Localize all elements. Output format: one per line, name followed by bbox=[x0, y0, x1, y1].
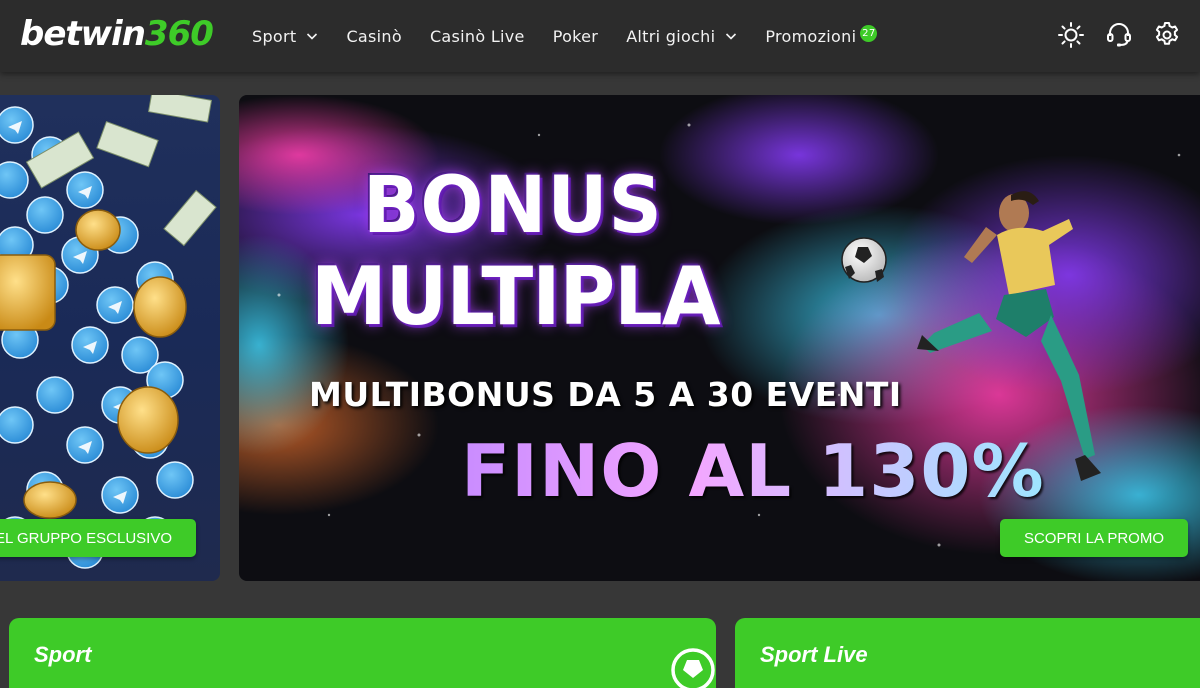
card-title: Sport bbox=[34, 642, 92, 667]
chevron-down-icon bbox=[726, 33, 737, 40]
football-icon bbox=[671, 648, 715, 688]
card-sport-live[interactable]: Sport Live bbox=[735, 618, 1200, 688]
scopri-promo-button[interactable]: SCOPRI LA PROMO bbox=[1000, 519, 1188, 557]
top-bar: betwin360 Sport Casinò Casinò Live Poker… bbox=[0, 0, 1200, 72]
banner-title-bonus: BONUS bbox=[363, 161, 663, 251]
banner-highlight: FINO AL 130% bbox=[461, 429, 1045, 513]
nav-item-poker[interactable]: Poker bbox=[553, 27, 598, 46]
gear-icon[interactable] bbox=[1152, 20, 1182, 50]
banner-title-multipla: MULTIPLA bbox=[311, 250, 721, 343]
join-group-button-label: EL GRUPPO ESCLUSIVO bbox=[0, 529, 172, 547]
nav-item-sport[interactable]: Sport bbox=[252, 27, 318, 46]
promo-count-badge: 27 bbox=[860, 24, 878, 42]
chevron-down-icon bbox=[307, 33, 318, 40]
header-actions bbox=[1038, 20, 1182, 50]
logo-text-betwin: betwin bbox=[20, 14, 146, 54]
card-sport[interactable]: Sport bbox=[9, 618, 716, 688]
nav-item-label: Casinò bbox=[346, 26, 402, 46]
card-title: Sport Live bbox=[760, 642, 868, 667]
logo-text-360: 360 bbox=[144, 14, 214, 54]
nav-item-label: Sport bbox=[252, 26, 297, 46]
telegram-coins-illustration bbox=[0, 95, 217, 569]
banner-telegram-group[interactable] bbox=[0, 95, 220, 581]
logo[interactable]: betwin360 bbox=[20, 14, 214, 54]
banner-bonus-multipla[interactable]: BONUS MULTIPLA MULTIBONUS DA 5 A 30 EVEN… bbox=[239, 95, 1200, 581]
nav-item-casino-live[interactable]: Casinò Live bbox=[430, 27, 525, 46]
join-group-button[interactable]: EL GRUPPO ESCLUSIVO bbox=[0, 519, 196, 557]
nav-item-label: Poker bbox=[552, 26, 599, 46]
sun-icon[interactable] bbox=[1056, 20, 1086, 50]
nav-item-casino[interactable]: Casinò bbox=[346, 27, 402, 46]
nav-item-promozioni[interactable]: Promozioni 27 bbox=[765, 24, 878, 46]
scopri-promo-button-label: SCOPRI LA PROMO bbox=[1023, 529, 1165, 547]
nav-item-label: Promozioni bbox=[765, 26, 857, 46]
main-nav: Sport Casinò Casinò Live Poker Altri gio… bbox=[252, 0, 905, 72]
banner-subtitle: MULTIBONUS DA 5 A 30 EVENTI bbox=[309, 375, 902, 414]
nav-item-altri-giochi[interactable]: Altri giochi bbox=[626, 27, 737, 46]
nav-item-label: Casinò Live bbox=[429, 26, 525, 46]
nav-item-label: Altri giochi bbox=[626, 26, 716, 46]
headset-icon[interactable] bbox=[1104, 20, 1134, 50]
